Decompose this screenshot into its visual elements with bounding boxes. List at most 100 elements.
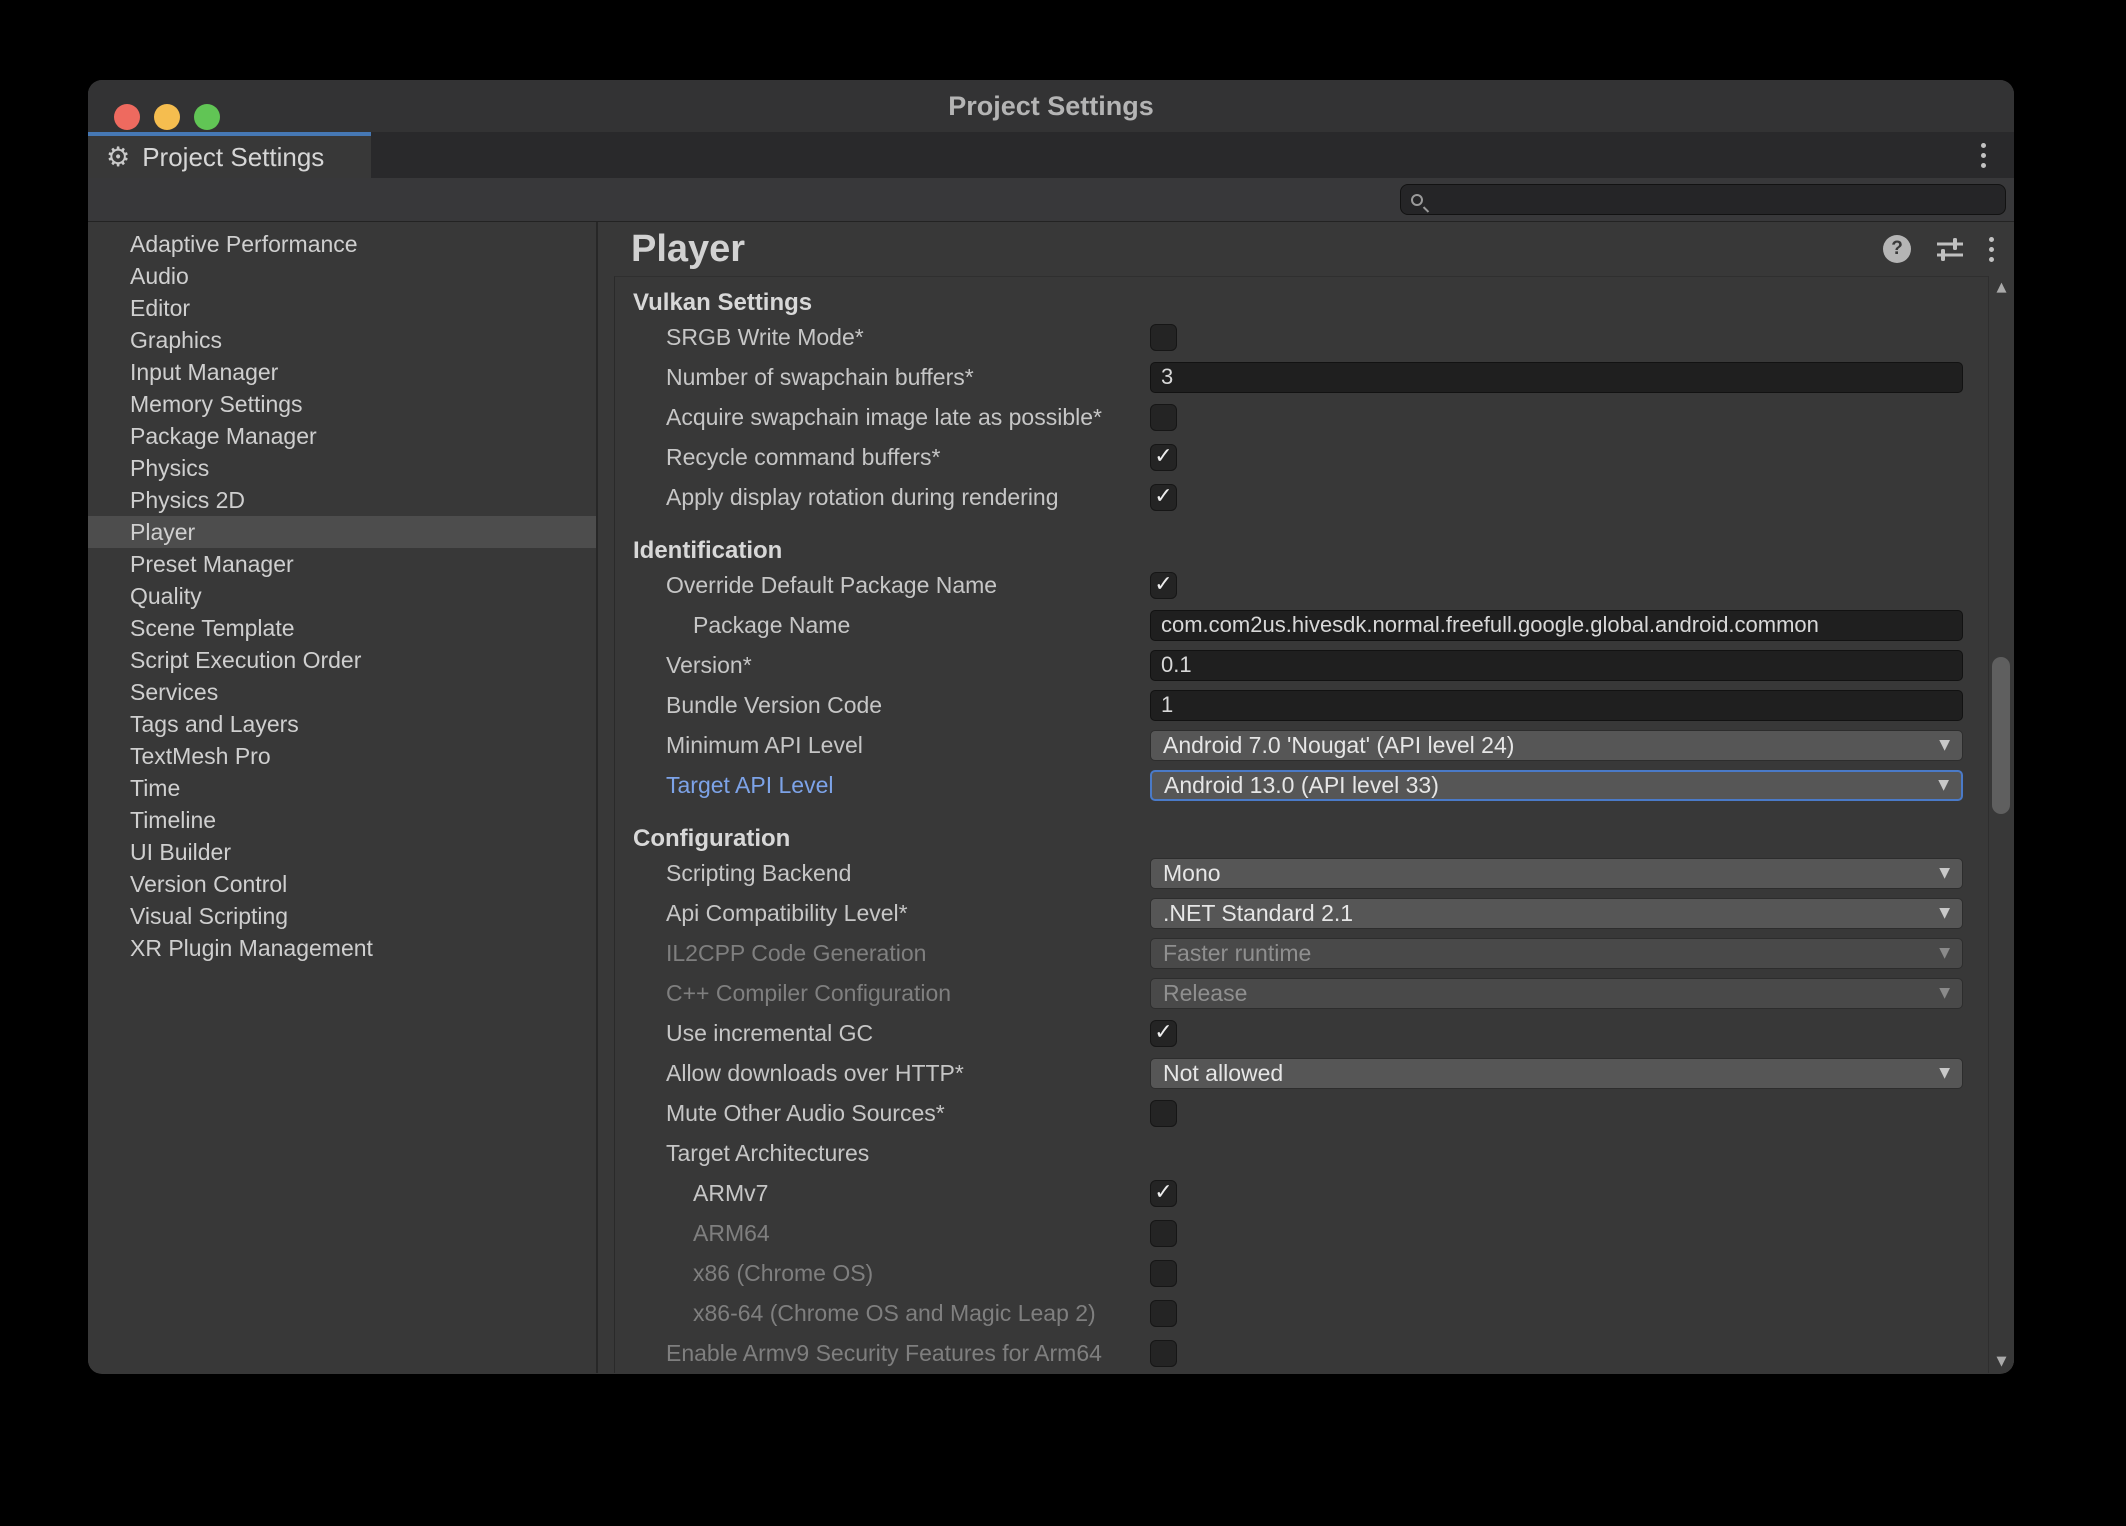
checkbox-override-default-package-name[interactable]: ✓ <box>1150 572 1177 599</box>
dropdown-scripting-backend[interactable]: Mono▼ <box>1150 858 1963 889</box>
sidebar-item-physics[interactable]: Physics <box>88 452 596 484</box>
sidebar-item-editor[interactable]: Editor <box>88 292 596 324</box>
traffic-lights <box>114 104 220 130</box>
sidebar-item-textmesh-pro[interactable]: TextMesh Pro <box>88 740 596 772</box>
maximize-window-button[interactable] <box>194 104 220 130</box>
sidebar-item-ui-builder[interactable]: UI Builder <box>88 836 596 868</box>
sidebar-item-version-control[interactable]: Version Control <box>88 868 596 900</box>
checkbox-enable-armv9-security-features-for-arm64 <box>1150 1340 1177 1367</box>
project-settings-window: Project Settings ⚙ Project Settings Adap… <box>88 80 2014 1374</box>
sidebar-item-audio[interactable]: Audio <box>88 260 596 292</box>
sidebar-item-input-manager[interactable]: Input Manager <box>88 356 596 388</box>
row-label: Version* <box>666 645 752 685</box>
chevron-down-icon: ▼ <box>1939 865 1950 881</box>
dropdown-value: .NET Standard 2.1 <box>1163 900 1939 927</box>
sidebar-item-visual-scripting[interactable]: Visual Scripting <box>88 900 596 932</box>
settings-row: ARMv7✓ <box>615 1173 1988 1213</box>
field-version[interactable] <box>1150 650 1963 681</box>
dropdown-value: Mono <box>1163 860 1939 887</box>
section-configuration: ConfigurationScripting BackendMono▼Api C… <box>615 825 1988 1373</box>
checkbox-use-incremental-gc[interactable]: ✓ <box>1150 1020 1177 1047</box>
row-control: ✓ <box>1150 437 1963 477</box>
sidebar: Adaptive PerformanceAudioEditorGraphicsI… <box>88 222 598 1373</box>
row-label: C++ Compiler Configuration <box>666 973 951 1013</box>
sidebar-item-player[interactable]: Player <box>88 516 596 548</box>
settings-row: Apply display rotation during rendering ✓ <box>615 477 1988 517</box>
row-control: ✓ <box>1150 1013 1963 1053</box>
settings-row: Package Name <box>615 605 1988 645</box>
dropdown-minimum-api-level[interactable]: Android 7.0 'Nougat' (API level 24)▼ <box>1150 730 1963 761</box>
row-control <box>1150 685 1963 725</box>
row-label: Apply display rotation during rendering <box>666 477 1059 517</box>
sidebar-item-physics-2d[interactable]: Physics 2D <box>88 484 596 516</box>
vertical-scrollbar[interactable]: ▲ ▼ <box>1988 276 2014 1373</box>
row-label: Acquire swapchain image late as possible… <box>666 397 1102 437</box>
scroll-down-icon[interactable]: ▼ <box>1989 1354 2014 1369</box>
dropdown-allow-downloads-over-http[interactable]: Not allowed▼ <box>1150 1058 1963 1089</box>
search-icon <box>1411 194 1423 206</box>
checkbox-recycle-command-buffers[interactable]: ✓ <box>1150 444 1177 471</box>
field-number-of-swapchain-buffers[interactable] <box>1150 362 1963 393</box>
row-control: Faster runtime▼ <box>1150 933 1963 973</box>
settings-row: IL2CPP Code Generation Faster runtime▼ <box>615 933 1988 973</box>
checkbox-acquire-swapchain-image-late-as-possible[interactable] <box>1150 404 1177 431</box>
sidebar-item-script-execution-order[interactable]: Script Execution Order <box>88 644 596 676</box>
sidebar-item-memory-settings[interactable]: Memory Settings <box>88 388 596 420</box>
sidebar-item-tags-and-layers[interactable]: Tags and Layers <box>88 708 596 740</box>
sidebar-item-quality[interactable]: Quality <box>88 580 596 612</box>
context-menu-button[interactable] <box>1989 235 1994 263</box>
scroll-up-icon[interactable]: ▲ <box>1989 280 2014 295</box>
sidebar-item-services[interactable]: Services <box>88 676 596 708</box>
checkbox-arm64 <box>1150 1220 1177 1247</box>
row-label: Use incremental GC <box>666 1013 873 1053</box>
window-title: Project Settings <box>948 91 1154 122</box>
checkbox-armv7[interactable]: ✓ <box>1150 1180 1177 1207</box>
checkbox-mute-other-audio-sources[interactable] <box>1150 1100 1177 1127</box>
row-label: Package Name <box>693 605 850 645</box>
tab-project-settings[interactable]: ⚙ Project Settings <box>88 132 371 178</box>
row-control <box>1150 317 1963 357</box>
sidebar-item-package-manager[interactable]: Package Manager <box>88 420 596 452</box>
settings-row: Minimum API LevelAndroid 7.0 'Nougat' (A… <box>615 725 1988 765</box>
dropdown-target-api-level[interactable]: Android 13.0 (API level 33)▼ <box>1150 770 1963 801</box>
row-label: SRGB Write Mode* <box>666 317 864 357</box>
content-header: Player ? <box>598 222 2014 276</box>
chevron-down-icon: ▼ <box>1939 985 1950 1001</box>
row-control <box>1150 397 1963 437</box>
sidebar-item-time[interactable]: Time <box>88 772 596 804</box>
settings-row: Target Architectures <box>615 1133 1988 1173</box>
dropdown-value: Android 7.0 'Nougat' (API level 24) <box>1163 732 1939 759</box>
sidebar-item-xr-plugin-management[interactable]: XR Plugin Management <box>88 932 596 964</box>
settings-row: Number of swapchain buffers* <box>615 357 1988 397</box>
settings-row: Use incremental GC ✓ <box>615 1013 1988 1053</box>
page-title: Player <box>631 228 745 271</box>
settings-row: Api Compatibility Level*.NET Standard 2.… <box>615 893 1988 933</box>
row-label: Recycle command buffers* <box>666 437 940 477</box>
dropdown-value: Android 13.0 (API level 33) <box>1164 772 1938 799</box>
settings-row: ARM64 <box>615 1213 1988 1253</box>
sidebar-item-scene-template[interactable]: Scene Template <box>88 612 596 644</box>
help-icon[interactable]: ? <box>1883 235 1911 263</box>
section-identification: IdentificationOverride Default Package N… <box>615 537 1988 805</box>
tab-bar-menu-button[interactable] <box>1981 132 1986 178</box>
dropdown-value: Not allowed <box>1163 1060 1939 1087</box>
presets-icon[interactable] <box>1935 235 1965 263</box>
field-package-name[interactable] <box>1150 610 1963 641</box>
sidebar-item-adaptive-performance[interactable]: Adaptive Performance <box>88 228 596 260</box>
row-control: Mono▼ <box>1150 853 1963 893</box>
settings-row: Enable Armv9 Security Features for Arm64 <box>615 1333 1988 1373</box>
scrollbar-thumb[interactable] <box>1992 657 2010 814</box>
field-bundle-version-code[interactable] <box>1150 690 1963 721</box>
settings-row: Acquire swapchain image late as possible… <box>615 397 1988 437</box>
checkbox-srgb-write-mode[interactable] <box>1150 324 1177 351</box>
close-window-button[interactable] <box>114 104 140 130</box>
sidebar-item-graphics[interactable]: Graphics <box>88 324 596 356</box>
dropdown-api-compatibility-level[interactable]: .NET Standard 2.1▼ <box>1150 898 1963 929</box>
row-label: IL2CPP Code Generation <box>666 933 926 973</box>
sidebar-item-timeline[interactable]: Timeline <box>88 804 596 836</box>
search-box[interactable] <box>1400 184 2006 215</box>
checkbox-apply-display-rotation-during-rendering[interactable]: ✓ <box>1150 484 1177 511</box>
sidebar-item-preset-manager[interactable]: Preset Manager <box>88 548 596 580</box>
search-input[interactable] <box>1431 185 2005 214</box>
minimize-window-button[interactable] <box>154 104 180 130</box>
